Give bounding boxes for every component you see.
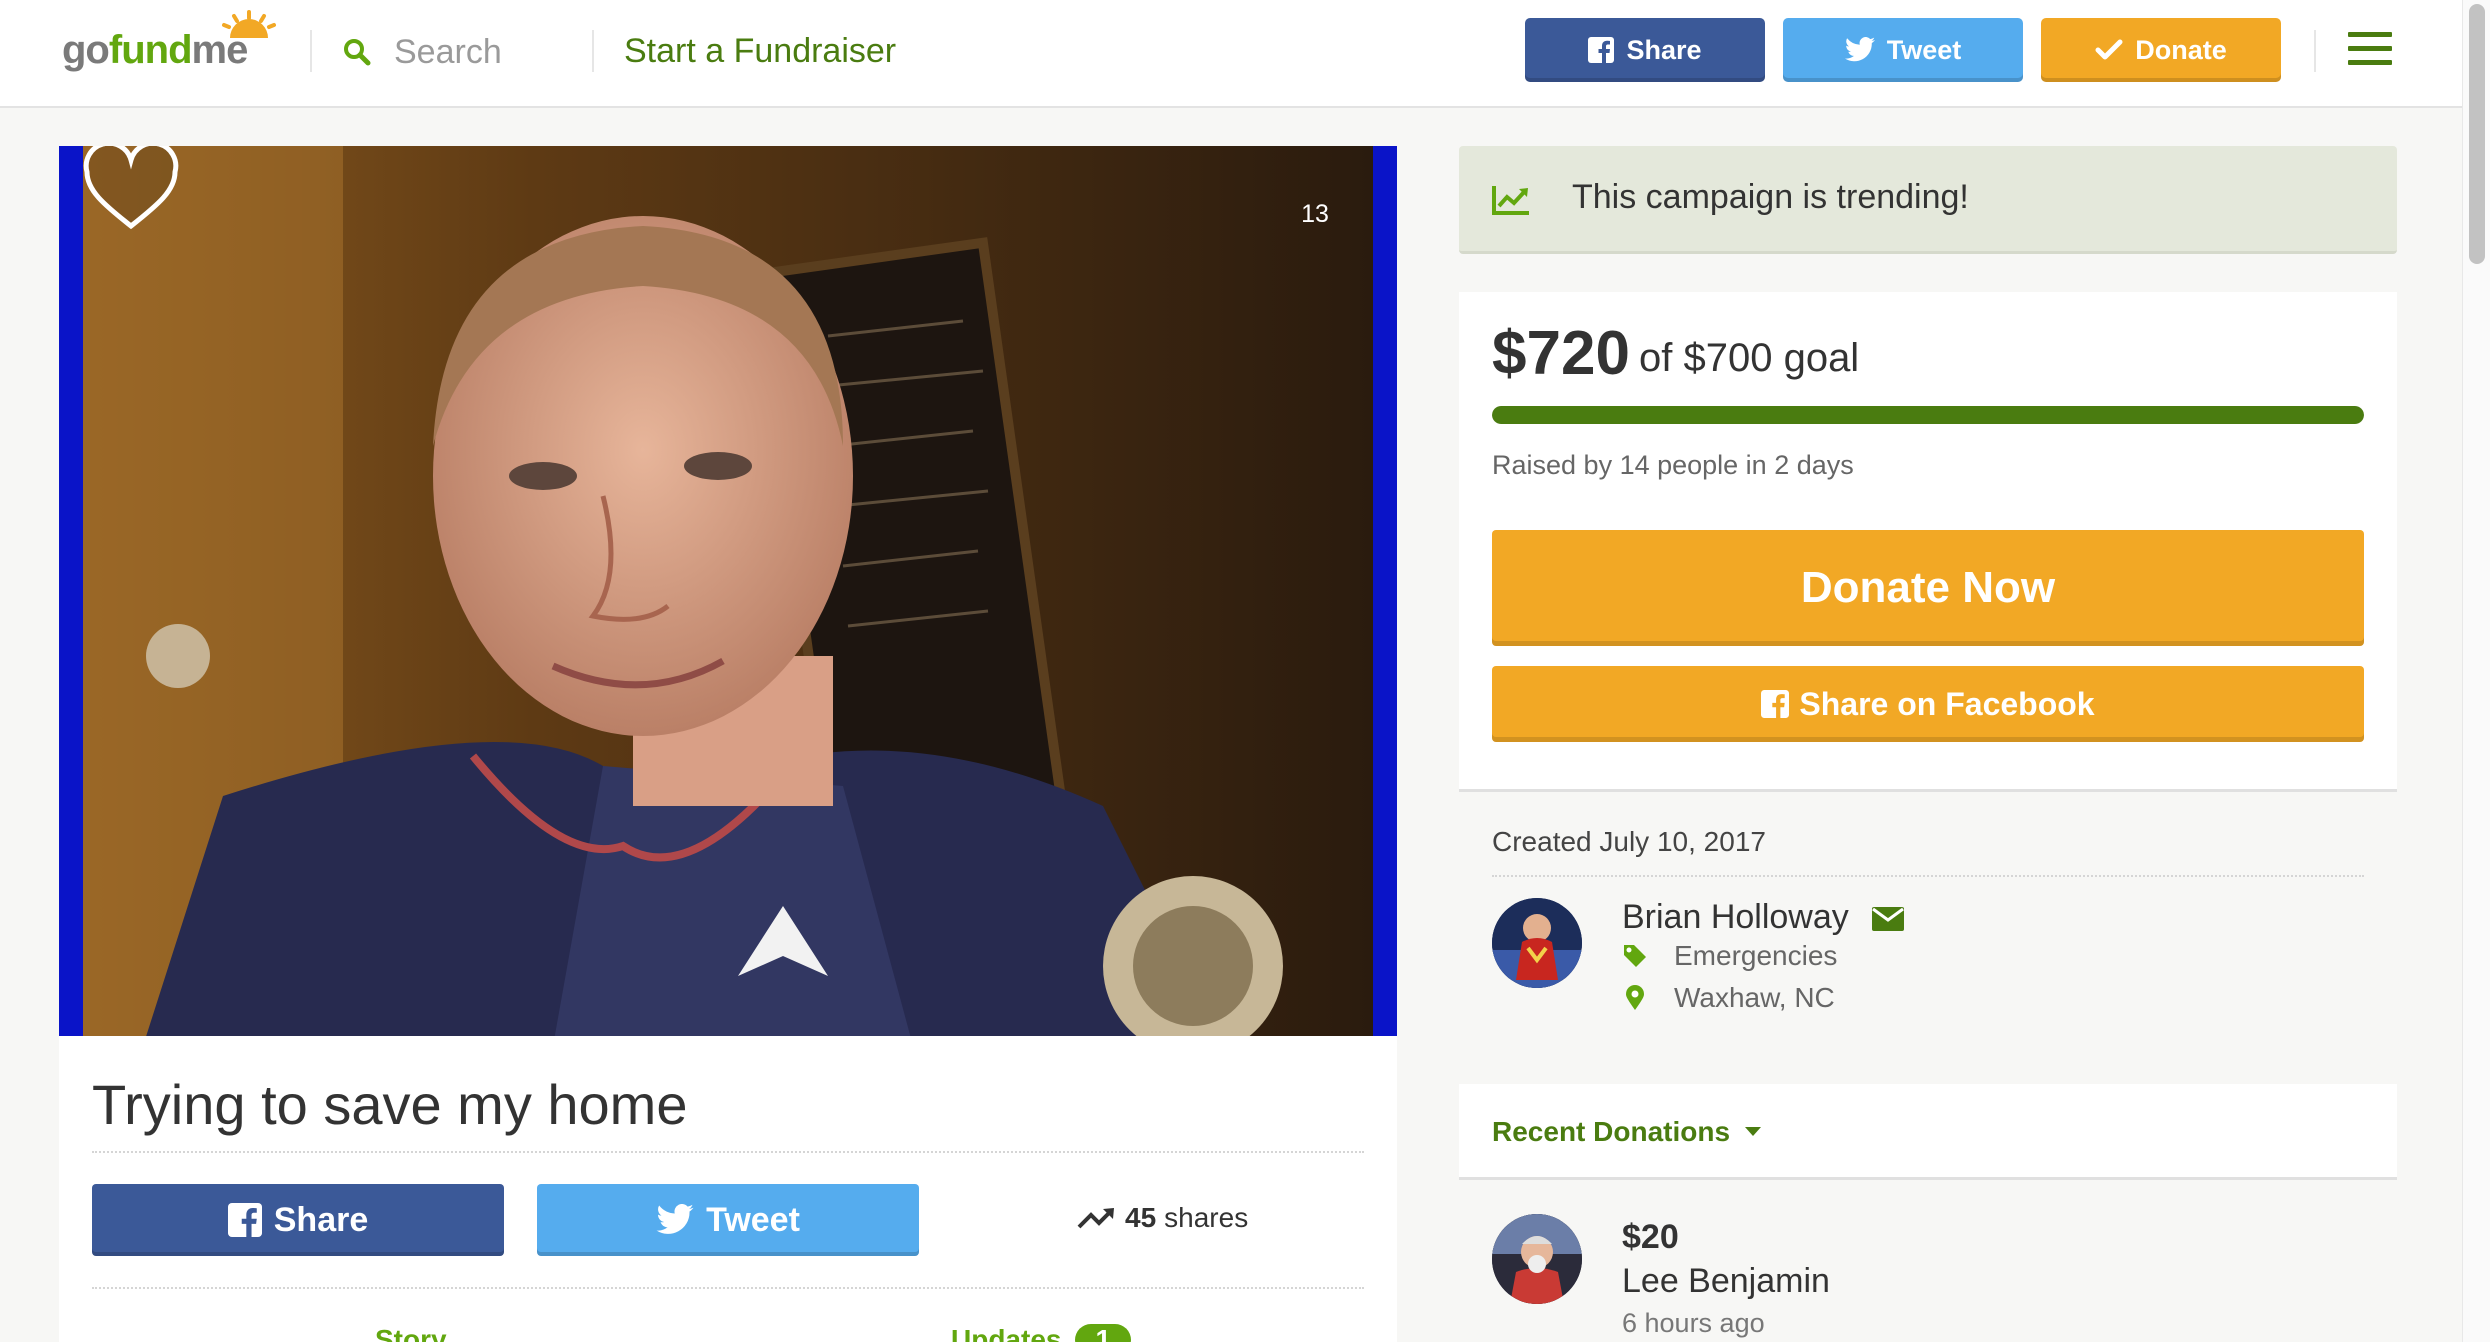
tab-updates-label: Updates bbox=[951, 1324, 1062, 1342]
header-divider bbox=[310, 30, 312, 72]
trending-up-icon bbox=[1077, 1208, 1114, 1229]
shares-suffix: shares bbox=[1164, 1202, 1249, 1233]
scrollbar-thumb[interactable] bbox=[2469, 4, 2485, 264]
progress-fill bbox=[1492, 406, 2364, 424]
tab-updates[interactable]: Updates 1 bbox=[951, 1324, 1132, 1342]
location-row: Waxhaw, NC bbox=[1622, 982, 1835, 1014]
logo-go: go bbox=[62, 28, 110, 72]
category-label[interactable]: Emergencies bbox=[1674, 940, 1837, 972]
campaign-title: Trying to save my home bbox=[92, 1073, 688, 1136]
category-row: Emergencies bbox=[1622, 940, 1837, 972]
location-label: Waxhaw, NC bbox=[1674, 982, 1835, 1013]
tab-story[interactable]: Story bbox=[375, 1324, 447, 1342]
share-button[interactable]: Share bbox=[92, 1184, 504, 1256]
progress-bar bbox=[1492, 406, 2364, 424]
goal-card: $720 of $700 goal Raised by 14 people in… bbox=[1459, 292, 2397, 792]
mail-icon[interactable] bbox=[1871, 906, 1905, 932]
donate-now-button[interactable]: Donate Now bbox=[1492, 530, 2364, 646]
goal-text: of $700 goal bbox=[1639, 336, 1860, 380]
facebook-icon bbox=[1588, 37, 1615, 63]
donation-time: 6 hours ago bbox=[1622, 1308, 1765, 1338]
search-box[interactable]: Search bbox=[342, 30, 502, 74]
location-pin-icon bbox=[1626, 985, 1644, 1010]
shares-count: 45 shares bbox=[1077, 1202, 1248, 1234]
search-icon bbox=[344, 39, 371, 66]
header-tweet-button[interactable]: Tweet bbox=[1783, 18, 2023, 82]
share-on-facebook-button[interactable]: Share on Facebook bbox=[1492, 666, 2364, 742]
divider bbox=[92, 1287, 1364, 1289]
tweet-button[interactable]: Tweet bbox=[537, 1184, 919, 1256]
start-fundraiser-link[interactable]: Start a Fundraiser bbox=[624, 32, 896, 71]
header-tweet-label: Tweet bbox=[1886, 34, 1962, 65]
donor-avatar bbox=[1492, 1214, 1582, 1304]
recent-donations-toggle[interactable]: Recent Donations bbox=[1492, 1116, 1762, 1148]
page-scrollbar[interactable] bbox=[2462, 0, 2490, 1342]
campaign-image bbox=[83, 146, 1373, 1036]
updates-badge: 1 bbox=[1075, 1324, 1132, 1342]
campaign-card: 13 Trying to save my home Share Tweet 45… bbox=[59, 146, 1397, 1342]
donation-amount: $20 bbox=[1622, 1218, 1679, 1256]
created-date: Created July 10, 2017 bbox=[1492, 826, 1766, 857]
header-divider bbox=[2314, 30, 2316, 72]
tag-icon bbox=[1624, 945, 1646, 967]
organizer-avatar[interactable] bbox=[1492, 898, 1582, 988]
trending-banner: This campaign is trending! bbox=[1459, 146, 2397, 254]
header-donate-button[interactable]: Donate bbox=[2041, 18, 2281, 82]
twitter-icon bbox=[656, 1204, 694, 1234]
divider bbox=[92, 1151, 1364, 1153]
divider bbox=[1492, 875, 2364, 877]
donor-avatar-image bbox=[1492, 1214, 1582, 1304]
trending-text: This campaign is trending! bbox=[1572, 178, 1969, 216]
caret-down-icon bbox=[1745, 1127, 1762, 1136]
sun-logo-icon bbox=[222, 10, 276, 38]
header-donate-label: Donate bbox=[2135, 34, 2227, 65]
facebook-icon bbox=[1761, 690, 1790, 718]
recent-donations-label: Recent Donations bbox=[1492, 1116, 1731, 1147]
donor-name: Lee Benjamin bbox=[1622, 1262, 1830, 1300]
top-navbar: gofundme Search Start a Fundraiser Share… bbox=[0, 0, 2462, 108]
recent-donations-header[interactable]: Recent Donations bbox=[1459, 1084, 2397, 1180]
twitter-icon bbox=[1844, 37, 1875, 62]
header-share-label: Share bbox=[1626, 34, 1702, 65]
gofundme-logo[interactable]: gofundme bbox=[62, 10, 276, 73]
tweet-label: Tweet bbox=[706, 1200, 800, 1239]
organizer-avatar-image bbox=[1492, 898, 1582, 988]
heart-count: 13 bbox=[1301, 200, 1329, 228]
raised-amount: $720 bbox=[1492, 319, 1630, 388]
menu-icon[interactable] bbox=[2348, 32, 2392, 68]
logo-fund: fund bbox=[108, 28, 193, 72]
campaign-photo[interactable]: 13 bbox=[59, 146, 1397, 1036]
heart-icon[interactable] bbox=[83, 146, 179, 232]
header-divider bbox=[592, 30, 594, 72]
check-icon bbox=[2095, 39, 2123, 60]
share-label: Share bbox=[273, 1200, 369, 1239]
shares-number: 45 bbox=[1125, 1202, 1157, 1233]
facebook-icon bbox=[227, 1203, 262, 1237]
share-on-facebook-label: Share on Facebook bbox=[1799, 685, 2095, 722]
organizer-name[interactable]: Brian Holloway bbox=[1622, 898, 1849, 937]
trending-icon bbox=[1492, 186, 1529, 215]
search-placeholder[interactable]: Search bbox=[394, 33, 502, 72]
raised-by-text: Raised by 14 people in 2 days bbox=[1492, 450, 1854, 480]
header-share-button[interactable]: Share bbox=[1525, 18, 1765, 82]
